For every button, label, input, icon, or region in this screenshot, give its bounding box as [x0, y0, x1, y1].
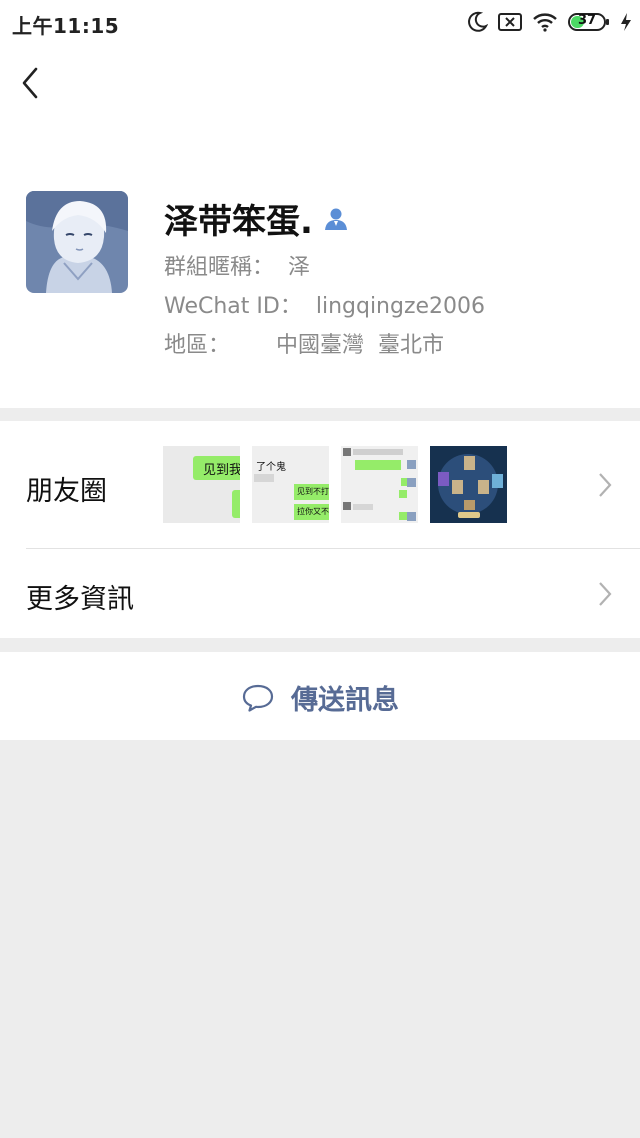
- thumb-chat-text: 见到不打: [297, 487, 329, 496]
- chevron-right-icon: [599, 473, 612, 497]
- thumb-chat-text: 见到我: [203, 463, 240, 478]
- group-nickname-label: 群組暱稱：: [164, 255, 275, 280]
- details-card: 朋友圈 见到我 了个鬼 见到不打 拉你又不 更多資訊: [0, 421, 640, 638]
- moment-thumbnail[interactable]: 了个鬼 见到不打 拉你又不: [252, 446, 329, 523]
- group-nickname-line: 群組暱稱： 泽: [164, 249, 310, 281]
- name-row: 泽带笨蛋.: [164, 194, 349, 243]
- charging-bolt-icon: [621, 13, 631, 31]
- moment-thumbnail[interactable]: [341, 446, 418, 523]
- moments-row[interactable]: 朋友圈 见到我 了个鬼 见到不打 拉你又不: [0, 421, 640, 549]
- send-message-label: 傳送訊息: [291, 685, 399, 716]
- moment-thumbnail[interactable]: 见到我: [163, 446, 240, 523]
- more-info-label: 更多資訊: [26, 584, 134, 615]
- wechat-id-line: WeChat ID： lingqingze2006: [164, 288, 485, 320]
- contact-person-icon: [324, 208, 347, 230]
- group-nickname-value: 泽: [288, 255, 311, 280]
- profile-header: 泽带笨蛋. 群組暱稱： 泽 WeChat ID： lingqingze2006 地區…: [0, 124, 640, 408]
- wechat-id-label: WeChat ID：: [164, 294, 302, 319]
- moments-label: 朋友圈: [26, 476, 107, 507]
- moment-thumbnail[interactable]: [430, 446, 507, 523]
- region-line: 地區： 中國臺灣 臺北市: [164, 327, 444, 359]
- battery-indicator: 37: [568, 12, 610, 32]
- send-message-button[interactable]: 傳送訊息: [241, 678, 399, 717]
- do-not-disturb-moon-icon: [468, 11, 488, 32]
- send-message-card: 傳送訊息: [0, 652, 640, 740]
- battery-level: 37: [577, 13, 597, 28]
- wechat-id-value: lingqingze2006: [315, 294, 486, 319]
- region-label: 地區：: [164, 333, 231, 358]
- nav-bar: [0, 44, 640, 124]
- avatar[interactable]: [26, 191, 128, 293]
- status-icons: 37: [466, 10, 632, 34]
- status-time: 上午11:15: [12, 14, 120, 38]
- more-info-row[interactable]: 更多資訊: [0, 550, 640, 638]
- wifi-icon: [533, 13, 557, 32]
- chat-bubble-icon: [242, 684, 274, 712]
- status-bar: 上午11:15 37: [0, 0, 640, 44]
- chevron-right-icon: [599, 582, 612, 606]
- no-sim-icon: [498, 13, 522, 31]
- back-icon[interactable]: [14, 62, 50, 104]
- thumb-chat-text: 拉你又不: [297, 507, 329, 516]
- row-divider: [26, 548, 640, 549]
- profile-name: 泽带笨蛋.: [164, 202, 313, 242]
- moments-thumbnails: 见到我 了个鬼 见到不打 拉你又不: [163, 446, 507, 523]
- region-value: 中國臺灣 臺北市: [276, 333, 445, 358]
- thumb-chat-text: 了个鬼: [256, 462, 286, 473]
